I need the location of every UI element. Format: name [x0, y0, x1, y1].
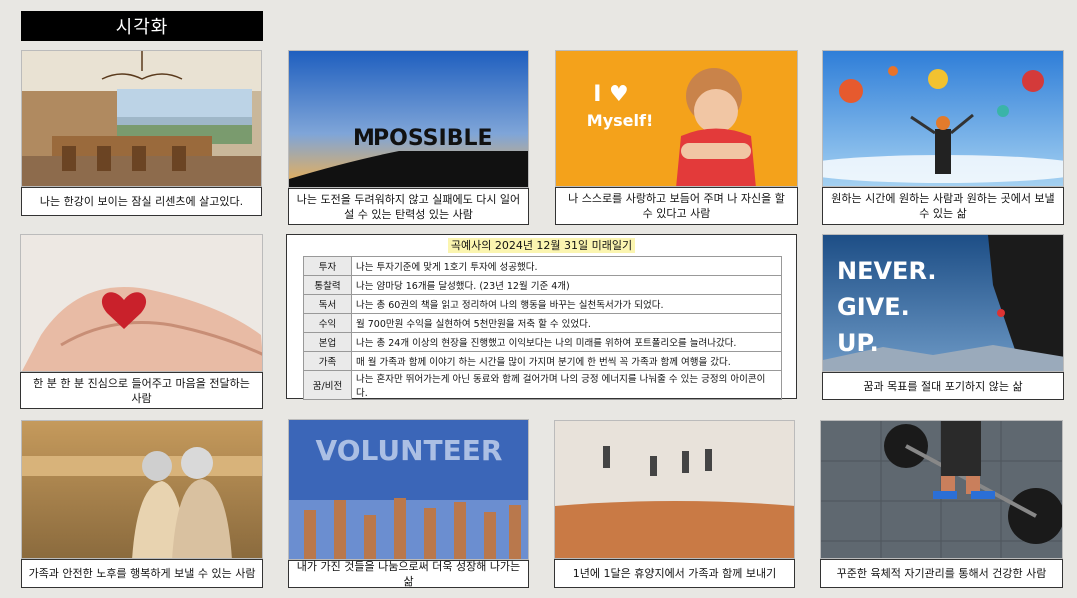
never-text: NEVER. [837, 257, 937, 285]
possible-text: POSSIBLE [373, 126, 493, 151]
table-row: 수익 월 700만원 수익을 실현하여 5천만원을 저축 할 수 있었다. [303, 313, 782, 333]
vision-card-balloons: 원하는 시간에 원하는 사람과 원하는 곳에서 보낼 수 있는 삶 [822, 50, 1064, 225]
up-text: UP. [837, 329, 879, 357]
vision-card-volunteer: VOLUNTEER 내가 가진 것들을 나눔으로써 더욱 성장해 나가는 삶 [288, 419, 529, 588]
elderly-couple-image [21, 420, 263, 559]
volunteer-text: VOLUNTEER [316, 434, 503, 467]
workout-image [820, 420, 1063, 559]
living-room-image [21, 50, 262, 187]
possible-image: M POSSIBLE [288, 50, 529, 188]
table-row: 투자 나는 투자기준에 맞게 1호기 투자에 성공했다. [303, 256, 782, 276]
diary-table: 투자 나는 투자기준에 맞게 1호기 투자에 성공했다. 통찰력 나는 얌마당 16… [303, 256, 782, 400]
vision-card-workout: 꾸준한 육체적 자기관리를 통해서 건강한 사람 [820, 420, 1063, 588]
vision-card-heart-hands: 한 분 한 분 진심으로 들어주고 마음을 전달하는 사람 [20, 234, 263, 409]
table-row: 가족 매 월 가족과 함께 이야기 하는 시간을 많이 가지며 분기에 한 번씩 … [303, 351, 782, 371]
vision-card-love-myself: I ♥ Myself! 나 스스로를 사랑하고 보듬어 주며 나 자신을 할 수… [555, 50, 798, 225]
card-caption: 꿈과 목표를 절대 포기하지 않는 삶 [822, 372, 1064, 400]
vision-card-desert-jump: 1년에 1달은 휴양지에서 가족과 함께 보내기 [554, 420, 795, 588]
possible-prefix-text: M [353, 126, 375, 151]
vision-card-living-room: 나는 한강이 보이는 잠실 리센츠에 살고있다. [21, 50, 262, 216]
table-row: 꿈/비전 나는 혼자만 뛰어가는게 아닌 동료와 함께 걸어가며 나의 긍정 에너… [303, 370, 782, 400]
card-caption: 나 스스로를 사랑하고 보듬어 주며 나 자신을 할 수 있다고 사람 [555, 187, 798, 225]
love-heart-text: I ♥ [593, 82, 629, 107]
desert-jump-image [554, 420, 795, 559]
vision-card-elderly-couple: 가족과 안전한 노후를 행복하게 보낼 수 있는 사람 [21, 420, 263, 588]
vision-card-possible: M POSSIBLE 나는 도전을 두려워하지 않고 실패에도 다시 일어설 수… [288, 50, 529, 225]
page-title: 시각화 [21, 11, 263, 41]
card-caption: 가족과 안전한 노후를 행복하게 보낼 수 있는 사람 [21, 559, 263, 588]
card-caption: 내가 가진 것들을 나눔으로써 더욱 성장해 나가는 삶 [288, 560, 529, 588]
table-row: 독서 나는 총 60권의 책을 읽고 정리하여 나의 행동을 바꾸는 실천독서가가… [303, 294, 782, 314]
card-caption: 나는 도전을 두려워하지 않고 실패에도 다시 일어설 수 있는 탄력성 있는 … [288, 188, 529, 225]
heart-hands-image [20, 234, 263, 372]
diary-title: 곡예사의 2024년 12월 31일 미래일기 [287, 237, 796, 253]
card-caption: 한 분 한 분 진심으로 들어주고 마음을 전달하는 사람 [20, 372, 263, 409]
table-row: 본업 나는 총 24개 이상의 현장을 진행했고 이익보다는 나의 미래를 위하여… [303, 332, 782, 352]
myself-text: Myself! [587, 111, 653, 130]
card-caption: 원하는 시간에 원하는 사람과 원하는 곳에서 보낼 수 있는 삶 [822, 187, 1064, 225]
card-caption: 꾸준한 육체적 자기관리를 통해서 건강한 사람 [820, 559, 1063, 588]
love-myself-image: I ♥ Myself! [555, 50, 798, 187]
table-row: 통찰력 나는 얌마당 16개를 달성했다. (23년 12월 기준 4개) [303, 275, 782, 295]
never-give-up-image: NEVER. GIVE. UP. [822, 234, 1064, 372]
card-caption: 1년에 1달은 휴양지에서 가족과 함께 보내기 [554, 559, 795, 588]
volunteer-image: VOLUNTEER [288, 419, 529, 560]
future-diary-panel: 곡예사의 2024년 12월 31일 미래일기 투자 나는 투자기준에 맞게 1호… [286, 234, 797, 400]
card-caption: 나는 한강이 보이는 잠실 리센츠에 살고있다. [21, 187, 262, 216]
vision-card-never-give-up: NEVER. GIVE. UP. 꿈과 목표를 절대 포기하지 않는 삶 [822, 234, 1064, 400]
balloons-image [822, 50, 1064, 187]
give-text: GIVE. [837, 293, 910, 321]
